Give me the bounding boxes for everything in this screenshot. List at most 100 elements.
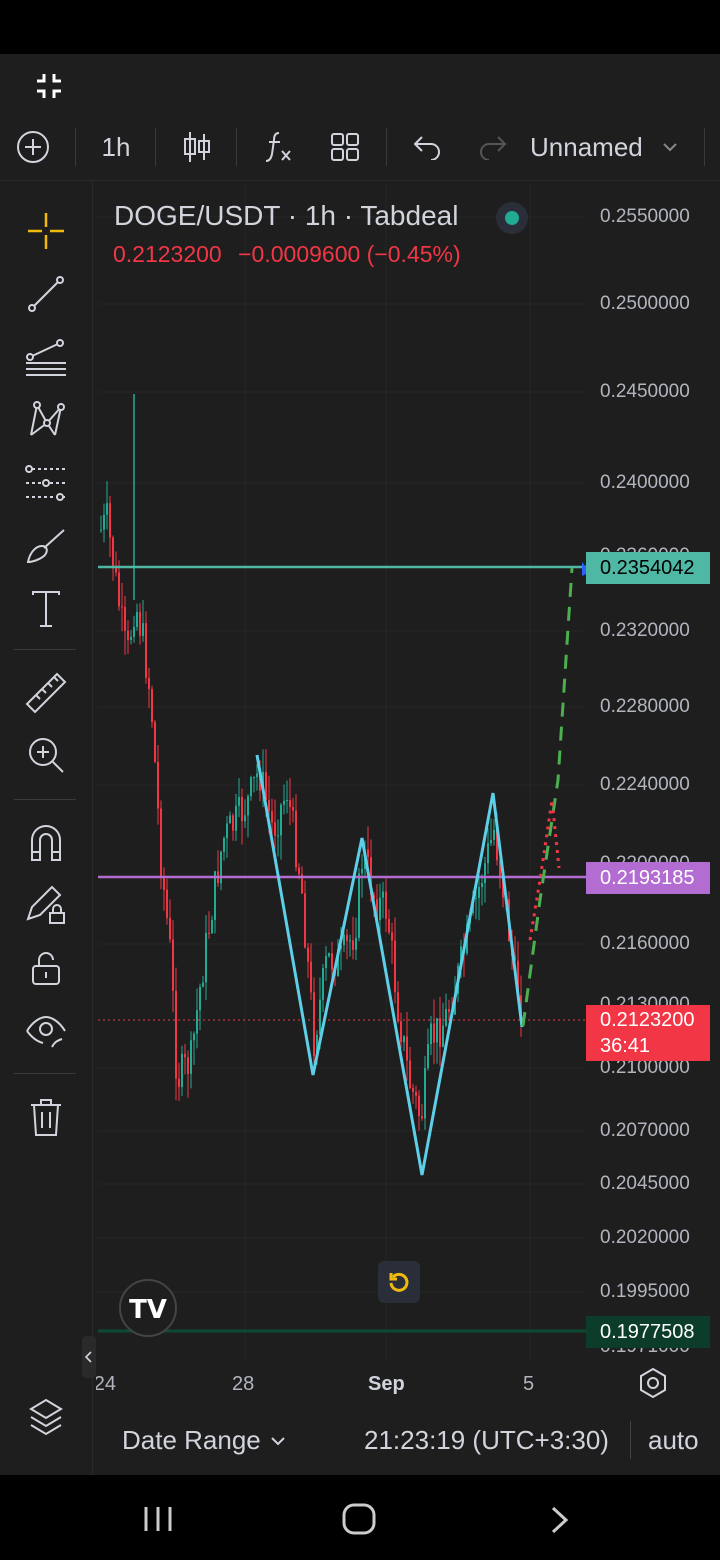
candle-body bbox=[190, 1040, 192, 1074]
redo-button[interactable] bbox=[470, 114, 516, 180]
candle-body bbox=[325, 956, 327, 969]
candle-body bbox=[205, 932, 207, 983]
candle-body bbox=[490, 839, 492, 844]
symbol-title[interactable]: DOGE/USDT · 1h · Tabdeal bbox=[114, 200, 458, 232]
chart-settings-button[interactable] bbox=[636, 1366, 670, 1405]
candle-body bbox=[283, 800, 285, 805]
toolbar-divider bbox=[386, 128, 387, 166]
undo-icon bbox=[413, 136, 440, 160]
hide-drawings-tool[interactable] bbox=[16, 1006, 76, 1056]
candle-body bbox=[448, 1009, 450, 1012]
interval-button[interactable]: 1h bbox=[88, 114, 144, 180]
chart-type-button[interactable] bbox=[174, 114, 220, 180]
candle-body bbox=[121, 606, 123, 608]
candle-body bbox=[385, 891, 387, 919]
collapse-toolbar-handle[interactable] bbox=[82, 1336, 96, 1378]
indicators-button[interactable] bbox=[256, 114, 302, 180]
candle-body bbox=[211, 919, 213, 934]
date-range-button[interactable]: Date Range bbox=[122, 1425, 285, 1456]
lock-all-tool[interactable] bbox=[16, 943, 76, 993]
candle-body bbox=[328, 953, 330, 957]
status-bar bbox=[0, 0, 720, 54]
bottom-line-price-tag: 0.1977508 bbox=[586, 1316, 710, 1348]
home-icon[interactable] bbox=[342, 1503, 376, 1535]
grid-icon bbox=[331, 133, 359, 161]
candle-body bbox=[349, 940, 351, 942]
candle-body bbox=[307, 947, 309, 962]
add-symbol-button[interactable] bbox=[10, 114, 56, 180]
market-open-dot bbox=[505, 211, 519, 225]
zoom-in-tool[interactable] bbox=[16, 730, 76, 780]
candle-body bbox=[100, 529, 102, 531]
candle-body bbox=[187, 1057, 189, 1074]
back-icon[interactable] bbox=[550, 1505, 570, 1535]
candle-body bbox=[232, 815, 234, 831]
toolbar-divider bbox=[14, 799, 76, 800]
candle-body bbox=[445, 1009, 447, 1026]
candle-body bbox=[103, 514, 105, 530]
price-axis-label: 0.2500000 bbox=[600, 293, 690, 314]
redo-icon bbox=[480, 136, 507, 160]
candle-body bbox=[400, 1021, 402, 1043]
trend-line-tool[interactable] bbox=[16, 269, 76, 319]
candle-body bbox=[415, 1091, 417, 1096]
zoom-in-icon bbox=[29, 738, 64, 773]
recent-apps-icon[interactable] bbox=[142, 1505, 174, 1533]
object-tree-button[interactable] bbox=[16, 1391, 76, 1441]
candle-body bbox=[304, 893, 306, 948]
candle-body bbox=[250, 777, 252, 797]
layout-name-button[interactable]: Unnamed bbox=[530, 114, 700, 180]
price-axis-label: 0.1995000 bbox=[600, 1281, 690, 1302]
candle-body bbox=[172, 939, 174, 991]
candle-body bbox=[388, 918, 390, 933]
reset-chart-button[interactable] bbox=[378, 1261, 420, 1303]
candle-body bbox=[244, 815, 246, 822]
candle-body bbox=[199, 986, 201, 1011]
candle-body bbox=[361, 868, 363, 874]
pattern-tool[interactable] bbox=[16, 395, 76, 445]
candle-body bbox=[391, 932, 393, 941]
layout-name: Unnamed bbox=[530, 131, 643, 162]
top-bar bbox=[0, 54, 720, 114]
brush-tool[interactable] bbox=[16, 521, 76, 571]
green-line-price-tag: 0.2354042 bbox=[586, 552, 710, 584]
undo-button[interactable] bbox=[404, 114, 450, 180]
market-status-indicator[interactable] bbox=[496, 202, 528, 234]
templates-button[interactable] bbox=[322, 114, 368, 180]
exit-fullscreen-icon[interactable] bbox=[34, 71, 64, 101]
candle-body bbox=[112, 537, 114, 569]
text-tool[interactable] bbox=[16, 584, 76, 634]
trash-icon bbox=[31, 1099, 61, 1136]
candle-body bbox=[142, 623, 144, 636]
auto-scale-button[interactable]: auto bbox=[648, 1425, 699, 1456]
crosshair-tool[interactable] bbox=[16, 206, 76, 256]
chevron-left-icon bbox=[85, 1351, 92, 1363]
system-nav-bar bbox=[0, 1475, 720, 1560]
candle-body bbox=[367, 849, 369, 858]
price-axis-label: 0.2400000 bbox=[600, 472, 690, 493]
timezone-clock[interactable]: 21:23:19 (UTC+3:30) bbox=[364, 1425, 609, 1456]
price-axis-label: 0.2550000 bbox=[600, 206, 690, 227]
magnet-tool[interactable] bbox=[16, 817, 76, 867]
candle-body bbox=[439, 1018, 441, 1047]
candle-body bbox=[133, 626, 135, 637]
candle-body bbox=[169, 918, 171, 940]
candle-body bbox=[427, 1044, 429, 1069]
fib-tool[interactable] bbox=[16, 332, 76, 382]
price-axis-label: 0.2450000 bbox=[600, 381, 690, 402]
prediction-tool[interactable] bbox=[16, 458, 76, 508]
candle-body bbox=[148, 677, 150, 690]
toolbar-divider bbox=[14, 649, 76, 650]
candle-body bbox=[178, 1078, 180, 1088]
reset-icon bbox=[389, 1272, 409, 1292]
price-axis-label: 0.2045000 bbox=[600, 1173, 690, 1194]
price-axis-label: 0.2240000 bbox=[600, 774, 690, 795]
time-axis-label: Sep bbox=[368, 1373, 405, 1395]
candle-body bbox=[271, 811, 273, 823]
candle-body bbox=[181, 1053, 183, 1088]
candle-body bbox=[478, 886, 480, 898]
ruler-tool[interactable] bbox=[16, 668, 76, 718]
lock-drawing-tool[interactable] bbox=[16, 880, 76, 930]
candle-body bbox=[130, 636, 132, 641]
remove-drawings-tool[interactable] bbox=[16, 1092, 76, 1142]
